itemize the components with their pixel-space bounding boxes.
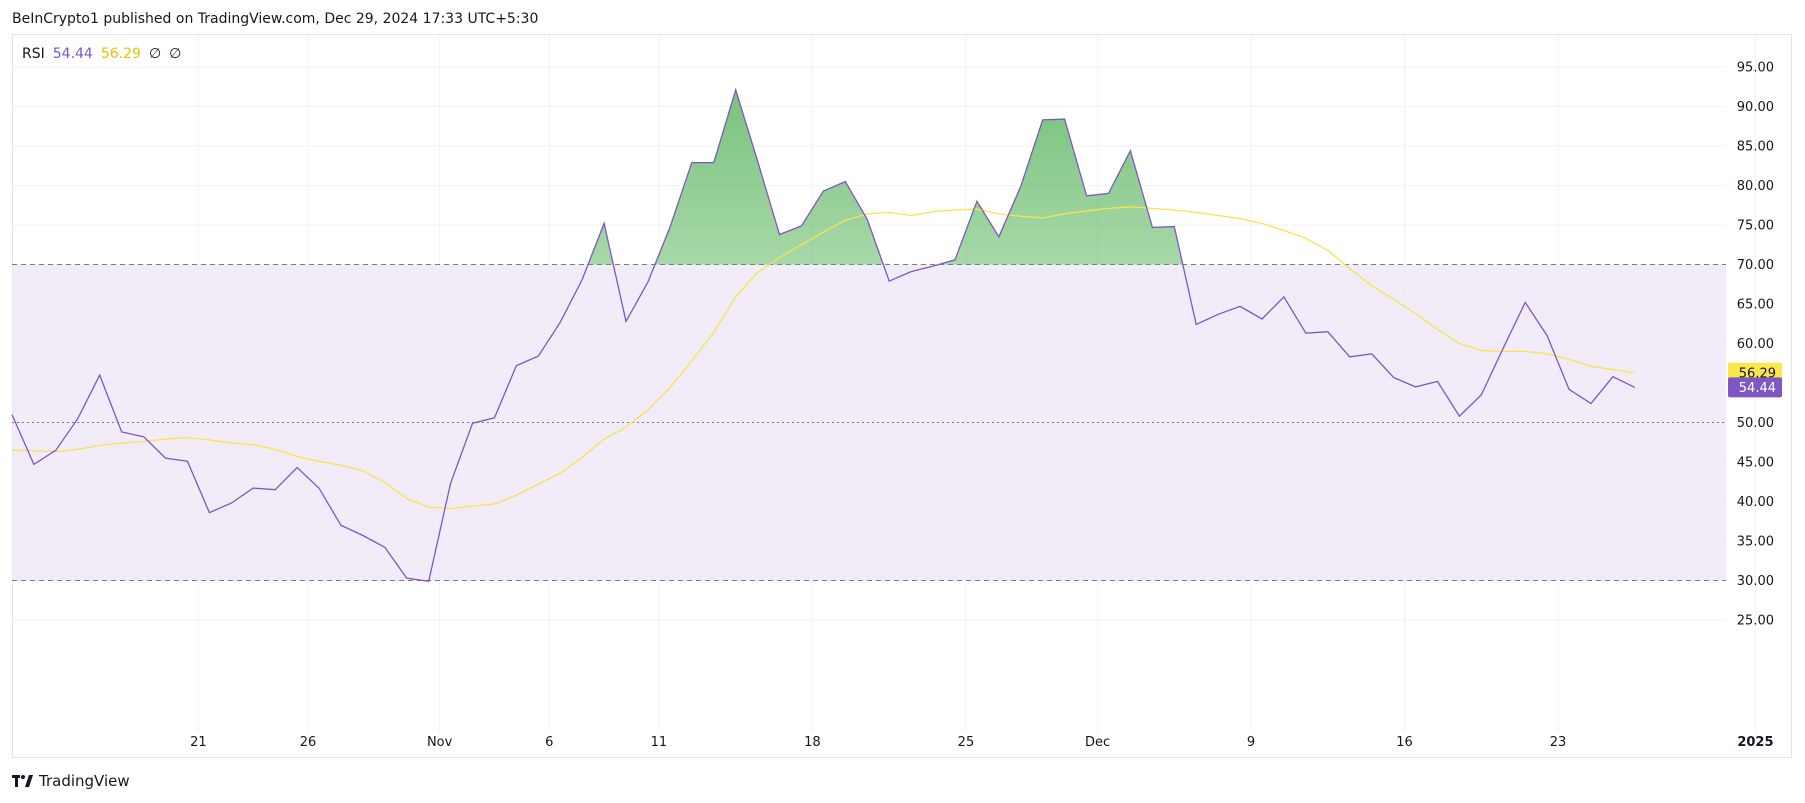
x-tick-label-2: Nov xyxy=(427,735,453,750)
x-tick-label-3: 6 xyxy=(545,735,553,750)
y-tick-label-9: 50.00 xyxy=(1737,416,1774,431)
y-tick-label-6: 65.00 xyxy=(1737,298,1774,313)
rsi-price-tag-text: 54.44 xyxy=(1739,381,1776,396)
x-tick-label-4: 11 xyxy=(651,735,668,750)
x-tick-label-6: 25 xyxy=(958,735,975,750)
legend-rsi-value: 54.44 xyxy=(52,46,93,62)
x-tick-label-7: Dec xyxy=(1085,735,1110,750)
x-tick-label-8: 9 xyxy=(1247,735,1255,750)
legend-na-2: ∅ xyxy=(169,46,182,62)
y-tick-label-7: 60.00 xyxy=(1737,337,1774,352)
y-tick-label-0: 95.00 xyxy=(1737,61,1774,76)
y-axis-ticks: 95.00 90.00 85.00 80.00 75.00 70.00 65.00 60.00… xyxy=(1737,61,1774,629)
x-tick-label-9: 16 xyxy=(1396,735,1413,750)
x-axis-ticks: 21 26 Nov 6 11 18 25 Dec 9 16 23 2025 xyxy=(190,735,1773,750)
legend-na-1: ∅ xyxy=(148,46,162,62)
x-tick-label-5: 18 xyxy=(804,735,821,750)
footer-brand[interactable]: TradingView xyxy=(39,772,130,790)
footer[interactable]: TradingView xyxy=(12,772,130,790)
tradingview-logo-icon xyxy=(12,775,33,787)
x-tick-label-0: 21 xyxy=(190,735,207,750)
y-tick-label-12: 35.00 xyxy=(1737,535,1774,550)
y-tick-label-3: 80.00 xyxy=(1737,179,1774,194)
y-tick-label-2: 85.00 xyxy=(1737,140,1774,155)
legend-ma-value: 56.29 xyxy=(100,46,141,62)
legend-name: RSI xyxy=(22,46,45,62)
x-tick-label-10: 23 xyxy=(1550,735,1567,750)
y-tick-label-10: 45.00 xyxy=(1737,456,1774,471)
y-tick-label-1: 90.00 xyxy=(1737,100,1774,115)
y-tick-label-13: 30.00 xyxy=(1737,574,1774,589)
price-tags: 56.2954.44 xyxy=(1728,362,1782,398)
y-tick-label-11: 40.00 xyxy=(1737,495,1774,510)
y-tick-label-4: 75.00 xyxy=(1737,219,1774,234)
y-tick-label-5: 70.00 xyxy=(1737,258,1774,273)
y-tick-label-14: 25.00 xyxy=(1737,614,1774,629)
x-tick-label-11: 2025 xyxy=(1737,735,1773,750)
rsi-price-tag: 54.44 xyxy=(1728,377,1782,398)
rsi-chart[interactable]: 95.00 90.00 85.00 80.00 75.00 70.00 65.00 60.00… xyxy=(0,0,1805,803)
x-tick-label-1: 26 xyxy=(300,735,317,750)
indicator-legend[interactable]: RSI 54.44 56.29 ∅ ∅ xyxy=(22,46,181,62)
